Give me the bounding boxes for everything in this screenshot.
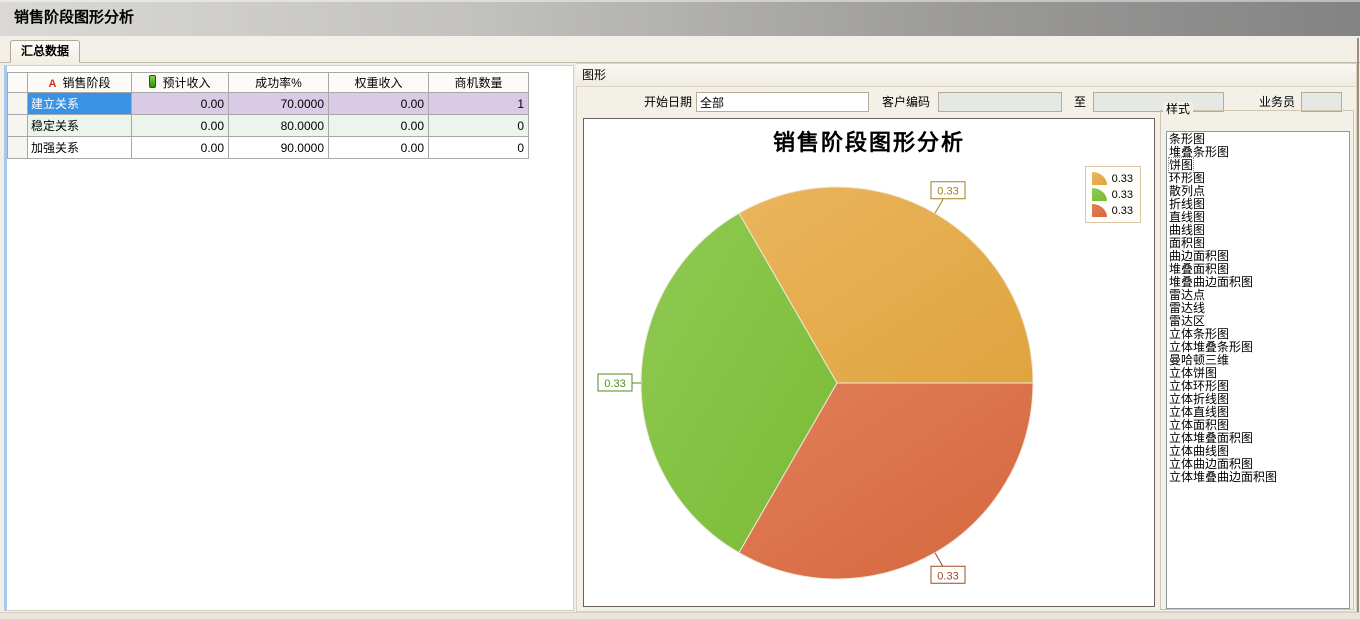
stage-summary-table: A销售阶段 预计收入 成功率% 权重收入 商机数量 建立关系0.0070.000…	[7, 72, 529, 159]
col-header-label: 销售阶段	[62, 76, 110, 90]
col-header-opportunity-count[interactable]: 商机数量	[429, 73, 529, 93]
col-header-label: 权重收入	[354, 76, 402, 90]
value-cell[interactable]: 90.0000	[229, 137, 329, 159]
customer-code-label: 客户编码	[876, 92, 930, 112]
col-header-success-rate[interactable]: 成功率%	[229, 73, 329, 93]
chart-legend: 0.33 0.33 0.33	[1085, 166, 1141, 223]
chart-area: 0.33 0.33 0.33 销售阶段图形分析 0.33 0.33 0.33	[583, 118, 1155, 607]
legend-swatch-icon	[1092, 204, 1107, 217]
value-cell[interactable]: 1	[429, 93, 529, 115]
row-indicator[interactable]	[8, 137, 28, 159]
row-indicator[interactable]	[8, 115, 28, 137]
status-strip	[0, 612, 1360, 619]
tab-label: 汇总数据	[21, 44, 69, 58]
style-list[interactable]: 条形图堆叠条形图饼图环形图散列点折线图直线图曲线图面积图曲边面积图堆叠面积图堆叠…	[1166, 131, 1350, 609]
pie-label-leader-line	[935, 199, 943, 213]
value-cell[interactable]: 0.00	[329, 115, 429, 137]
chart-title: 销售阶段图形分析	[584, 125, 1154, 157]
col-header-expected-revenue[interactable]: 预计收入	[132, 73, 229, 93]
stage-table-body: 建立关系0.0070.00000.001稳定关系0.0080.00000.000…	[8, 93, 529, 159]
salesman-input[interactable]	[1301, 92, 1342, 112]
value-cell[interactable]: 0	[429, 137, 529, 159]
value-cell[interactable]: 0.00	[329, 137, 429, 159]
start-date-label: 开始日期	[638, 92, 692, 112]
value-cell[interactable]: 0.00	[132, 93, 229, 115]
table-header-row: A 销售阶段 预计收入 成功率% 权重收入 商机数量	[8, 73, 529, 93]
legend-entry: 0.33	[1092, 172, 1133, 185]
customer-code-from-input[interactable]	[938, 92, 1062, 112]
window-right-frame	[1357, 38, 1359, 612]
pie-label-text: 0.33	[937, 186, 958, 198]
style-group: 样式 条形图堆叠条形图饼图环形图散列点折线图直线图曲线图面积图曲边面积图堆叠面积…	[1160, 110, 1354, 610]
salesman-label: 业务员	[1253, 92, 1295, 112]
legend-entry: 0.33	[1092, 204, 1133, 217]
value-cell[interactable]: 0.00	[329, 93, 429, 115]
pie-label-text: 0.33	[604, 378, 625, 390]
row-indicator-header	[8, 73, 28, 93]
to-label: 至	[1070, 92, 1086, 112]
stage-cell[interactable]: 建立关系	[28, 93, 132, 115]
legend-swatch-icon	[1092, 188, 1107, 201]
value-cell[interactable]: 80.0000	[229, 115, 329, 137]
style-option[interactable]: 立体堆叠曲边面积图	[1167, 471, 1349, 484]
legend-swatch-icon	[1092, 172, 1107, 185]
style-option[interactable]: 堆叠条形图	[1167, 146, 1349, 159]
legend-label: 0.33	[1112, 173, 1133, 185]
window-title-bar: 销售阶段图形分析	[0, 0, 1360, 36]
page-title: 销售阶段图形分析	[14, 9, 134, 26]
style-group-label: 样式	[1163, 102, 1193, 116]
col-header-label: 商机数量	[454, 76, 502, 90]
col-header-label: 成功率%	[255, 76, 302, 90]
letter-A-icon: A	[49, 78, 57, 90]
app-window: 销售阶段图形分析 汇总数据 A 销售阶段 预计收入 成功率% 权重收入 商机数量	[0, 0, 1360, 619]
pie-chart: 0.33 0.33 0.33	[584, 119, 1154, 606]
table-row[interactable]: 加强关系0.0090.00000.000	[8, 137, 529, 159]
stage-cell[interactable]: 加强关系	[28, 137, 132, 159]
legend-label: 0.33	[1112, 205, 1133, 217]
legend-label: 0.33	[1112, 189, 1133, 201]
legend-entry: 0.33	[1092, 188, 1133, 201]
graph-panel-header: 图形	[576, 64, 1356, 87]
graph-panel-title: 图形	[582, 68, 606, 82]
summary-table-panel: A销售阶段 预计收入 成功率% 权重收入 商机数量 建立关系0.0070.000…	[4, 65, 574, 611]
row-indicator[interactable]	[8, 93, 28, 115]
tab-strip: 汇总数据	[0, 36, 1360, 63]
col-header-stage[interactable]: A 销售阶段	[28, 73, 132, 93]
value-cell[interactable]: 70.0000	[229, 93, 329, 115]
tab-summary-data[interactable]: 汇总数据	[10, 40, 80, 63]
value-cell[interactable]: 0.00	[132, 137, 229, 159]
stage-cell[interactable]: 稳定关系	[28, 115, 132, 137]
number-field-icon	[149, 75, 156, 88]
start-date-input[interactable]	[696, 92, 869, 112]
pie-label-text: 0.33	[937, 570, 958, 582]
value-cell[interactable]: 0.00	[132, 115, 229, 137]
value-cell[interactable]: 0	[429, 115, 529, 137]
col-header-weighted-revenue[interactable]: 权重收入	[329, 73, 429, 93]
table-row[interactable]: 建立关系0.0070.00000.001	[8, 93, 529, 115]
pie-label-leader-line	[935, 553, 943, 567]
table-row[interactable]: 稳定关系0.0080.00000.000	[8, 115, 529, 137]
col-header-label: 预计收入	[162, 76, 210, 90]
customer-code-to-input[interactable]	[1093, 92, 1224, 112]
